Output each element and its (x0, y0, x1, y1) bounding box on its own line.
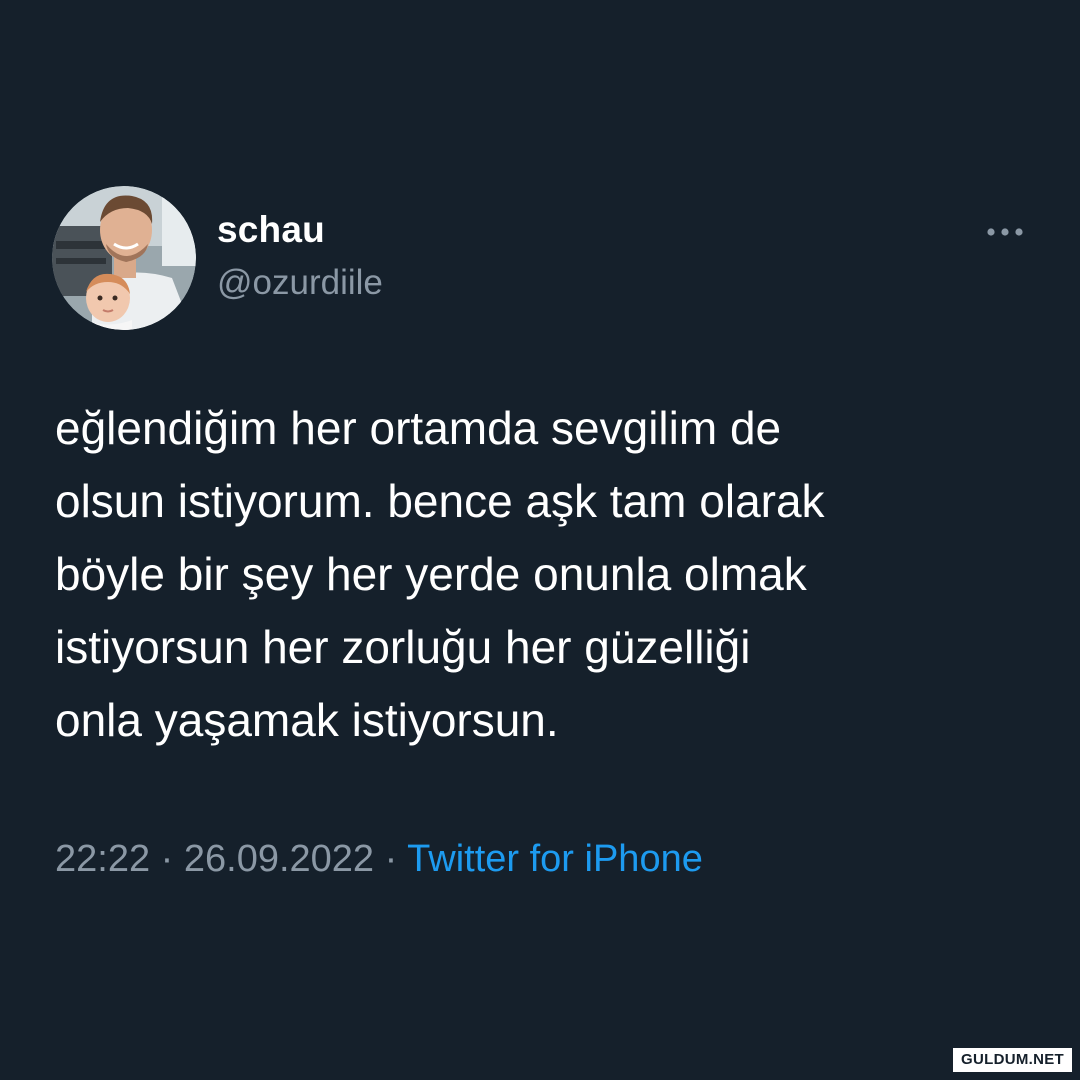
tweet-card: schau @ozurdiile eğlendiğim her ortamda … (0, 0, 1080, 1080)
tweet-text-line: eğlendiğim her ortamda sevgilim de (55, 402, 782, 454)
meta-separator: · (150, 838, 184, 880)
tweet-text-line: onla yaşamak istiyorsun. (55, 694, 559, 746)
author-display-name[interactable]: schau (217, 209, 325, 251)
tweet-text-line: olsun istiyorum. bence aşk tam olarak (55, 475, 825, 527)
tweet-text-line: istiyorsun her zorluğu her güzelliği (55, 621, 751, 673)
tweet-time[interactable]: 22:22 (55, 838, 150, 880)
meta-separator: · (374, 838, 408, 880)
watermark-logo: GULDUM.NET (953, 1048, 1072, 1072)
author-handle[interactable]: @ozurdiile (217, 263, 383, 303)
more-options-button[interactable] (980, 212, 1030, 252)
author-avatar[interactable] (52, 186, 196, 330)
tweet-text-line: böyle bir şey her yerde onunla olmak (55, 548, 807, 600)
tweet-text: eğlendiğim her ortamda sevgilim de olsun… (55, 392, 1045, 757)
tweet-date[interactable]: 26.09.2022 (184, 838, 374, 880)
avatar-photo (52, 186, 196, 330)
more-horizontal-icon (987, 228, 1023, 236)
tweet-source-link[interactable]: Twitter for iPhone (407, 838, 703, 880)
tweet-metadata: 22:22 · 26.09.2022 · Twitter for iPhone (55, 838, 703, 881)
